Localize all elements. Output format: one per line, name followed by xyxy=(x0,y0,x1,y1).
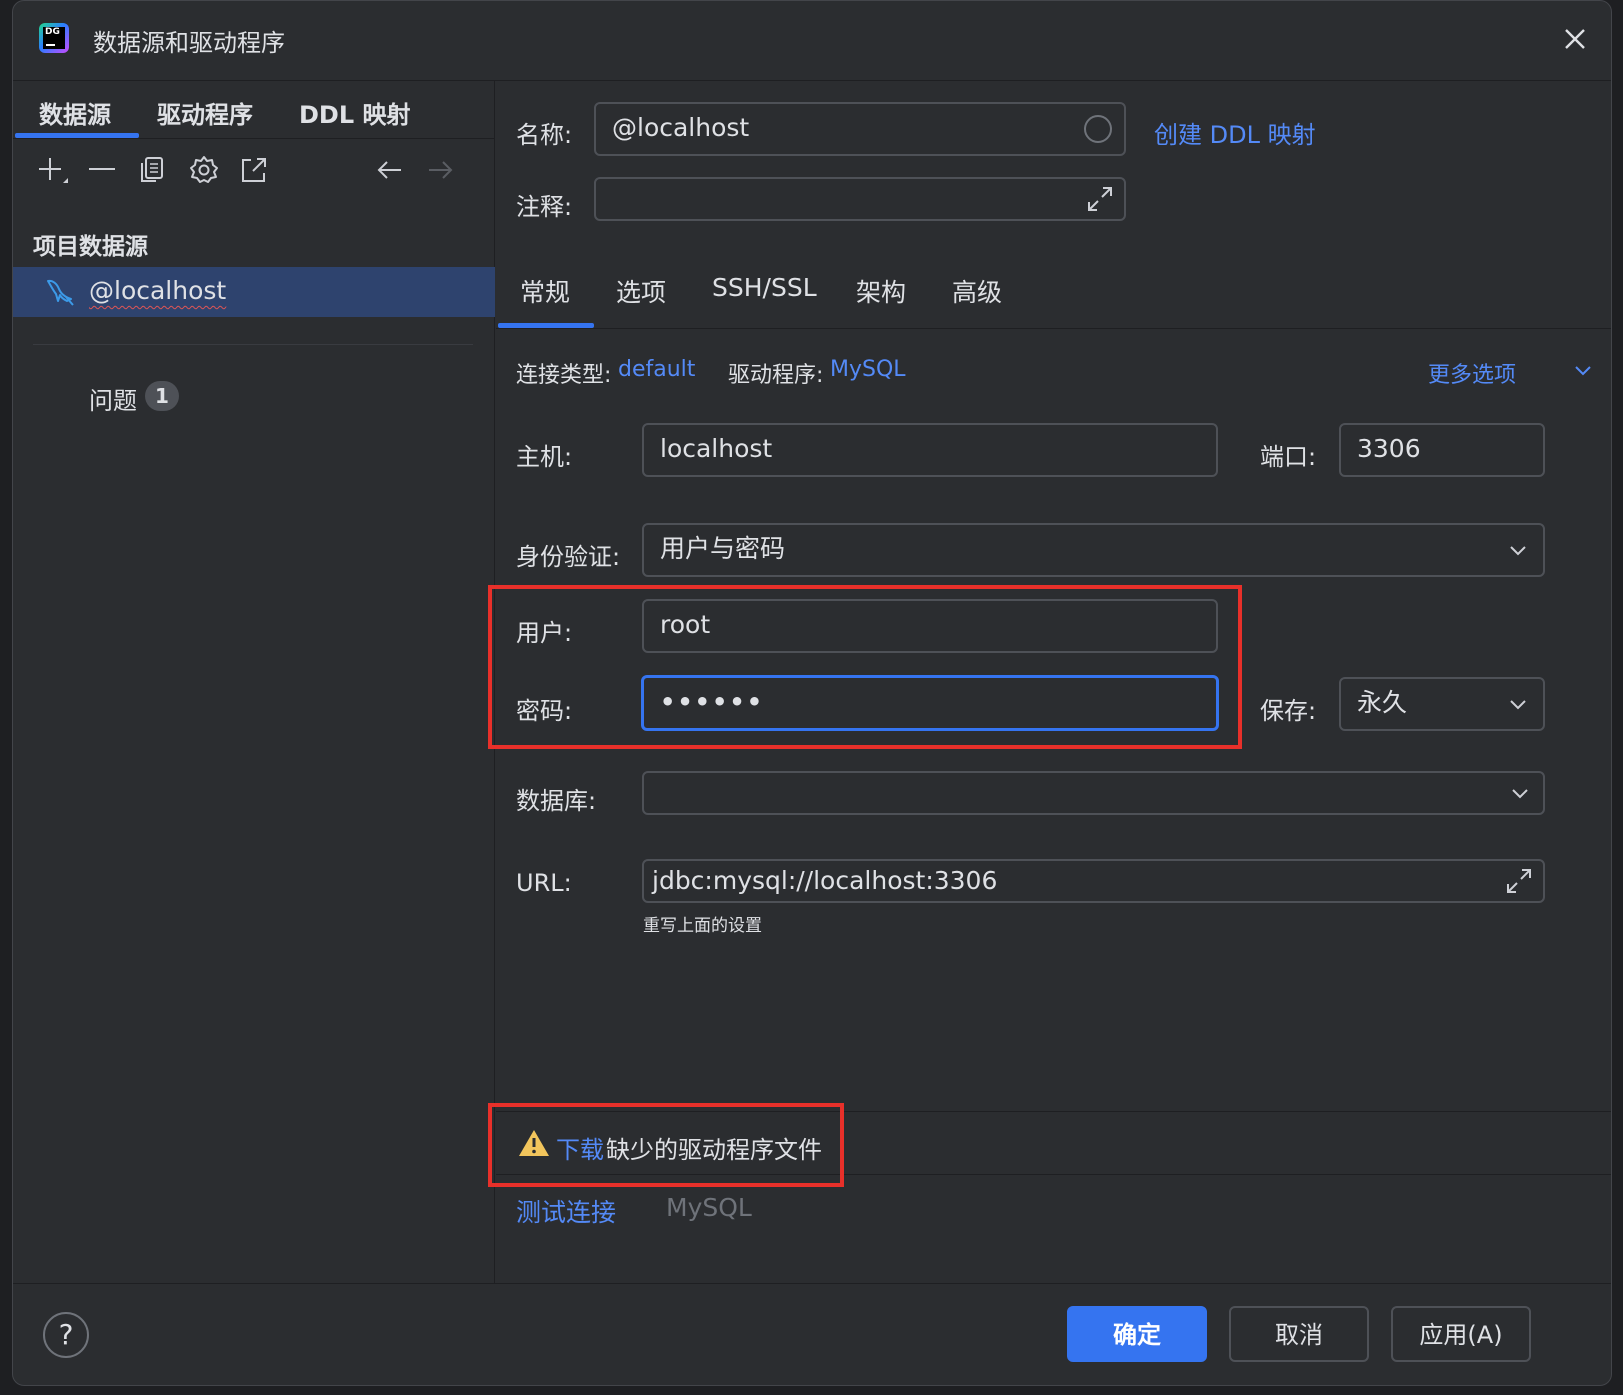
url-input[interactable]: jdbc:mysql://localhost:3306 xyxy=(642,859,1545,903)
remove-icon[interactable] xyxy=(85,153,119,187)
back-arrow-icon[interactable] xyxy=(373,153,407,187)
save-select[interactable]: 永久 xyxy=(1339,677,1545,731)
datasource-item-localhost[interactable]: @localhost xyxy=(13,267,495,317)
forward-arrow-icon[interactable] xyxy=(423,153,457,187)
expand-icon[interactable] xyxy=(1084,183,1116,215)
jump-to-icon[interactable] xyxy=(237,153,271,187)
chevron-down-icon xyxy=(1510,700,1526,710)
color-circle-icon[interactable] xyxy=(1084,115,1112,143)
name-input[interactable]: @localhost xyxy=(594,102,1126,156)
chevron-down-icon xyxy=(1512,789,1528,799)
tab-schemas[interactable]: 架构 xyxy=(856,273,906,309)
apply-button[interactable]: 应用(A) xyxy=(1391,1306,1531,1362)
port-input[interactable]: 3306 xyxy=(1339,423,1545,477)
close-icon[interactable] xyxy=(1557,21,1593,57)
dialog-footer: ? 确定 取消 应用(A) xyxy=(13,1283,1611,1385)
duplicate-icon[interactable] xyxy=(136,153,170,187)
datasource-dialog: DG 数据源和驱动程序 数据源 驱动程序 DDL 映射 项目数据源 @local… xyxy=(12,0,1612,1386)
name-label: 名称: xyxy=(516,121,573,149)
name-input-value: @localhost xyxy=(612,113,750,142)
left-tab-bar: 数据源 驱动程序 DDL 映射 xyxy=(13,81,494,139)
url-hint: 重写上面的设置 xyxy=(643,916,762,936)
tab-ddl-mappings[interactable]: DDL 映射 xyxy=(299,95,411,130)
auth-select-value: 用户与密码 xyxy=(660,534,786,563)
cancel-button[interactable]: 取消 xyxy=(1229,1306,1369,1362)
host-label: 主机: xyxy=(516,443,573,471)
active-tab-indicator xyxy=(15,133,139,138)
tab-drivers[interactable]: 驱动程序 xyxy=(157,95,253,130)
tab-advanced[interactable]: 高级 xyxy=(952,273,1002,309)
database-label: 数据库: xyxy=(516,787,597,815)
auth-select[interactable]: 用户与密码 xyxy=(642,523,1545,577)
tab-general[interactable]: 常规 xyxy=(520,273,570,309)
add-icon[interactable] xyxy=(35,153,69,187)
left-pane: 数据源 驱动程序 DDL 映射 项目数据源 @localhost 问题 1 xyxy=(13,81,495,1283)
test-connection-link[interactable]: 测试连接 xyxy=(516,1193,616,1229)
test-driver-label: MySQL xyxy=(666,1193,752,1222)
url-label: URL: xyxy=(516,869,572,897)
problems-label[interactable]: 问题 xyxy=(89,381,137,416)
auth-label: 身份验证: xyxy=(516,543,621,571)
driver-label: 驱动程序: xyxy=(728,363,824,388)
right-pane: 名称: @localhost 创建 DDL 映射 注释: 常规 选项 SSH/S… xyxy=(488,81,1611,1283)
connection-type-link[interactable]: default xyxy=(618,357,695,382)
window-title: 数据源和驱动程序 xyxy=(93,29,285,57)
datasource-item-label: @localhost xyxy=(89,276,227,305)
create-ddl-mapping-link[interactable]: 创建 DDL 映射 xyxy=(1154,115,1316,150)
tab-ssh-ssl[interactable]: SSH/SSL xyxy=(712,273,817,302)
help-icon[interactable]: ? xyxy=(43,1312,89,1358)
driver-link[interactable]: MySQL xyxy=(830,357,906,382)
tab-datasources[interactable]: 数据源 xyxy=(39,95,111,130)
save-select-value: 永久 xyxy=(1357,688,1408,717)
active-tab-indicator xyxy=(498,323,594,328)
mysql-dolphin-icon xyxy=(43,275,77,309)
settings-tab-bar: 常规 选项 SSH/SSL 架构 高级 xyxy=(496,253,1611,329)
datagrip-logo-icon: DG xyxy=(39,23,69,53)
separator xyxy=(33,344,473,345)
highlight-box-credentials xyxy=(488,585,1242,749)
comment-input[interactable] xyxy=(594,177,1126,221)
highlight-box-warning xyxy=(488,1103,844,1187)
comment-label: 注释: xyxy=(516,193,573,221)
connection-type-label: 连接类型: xyxy=(516,363,612,388)
url-input-value: jdbc:mysql://localhost:3306 xyxy=(652,866,998,895)
chevron-down-icon[interactable] xyxy=(1572,359,1594,381)
tab-options[interactable]: 选项 xyxy=(616,273,666,309)
save-label: 保存: xyxy=(1260,697,1317,725)
gear-icon[interactable] xyxy=(187,153,221,187)
title-bar: DG 数据源和驱动程序 xyxy=(13,1,1611,81)
problems-count-badge: 1 xyxy=(145,381,179,411)
port-label: 端口: xyxy=(1260,443,1317,471)
host-input[interactable]: localhost xyxy=(642,423,1218,477)
chevron-down-icon xyxy=(1510,546,1526,556)
ok-button[interactable]: 确定 xyxy=(1067,1306,1207,1362)
more-options-link[interactable]: 更多选项 xyxy=(1428,357,1516,389)
project-datasources-heading: 项目数据源 xyxy=(33,234,148,260)
expand-icon[interactable] xyxy=(1503,865,1535,897)
datasource-toolbar xyxy=(13,141,494,197)
database-select[interactable] xyxy=(642,771,1545,815)
